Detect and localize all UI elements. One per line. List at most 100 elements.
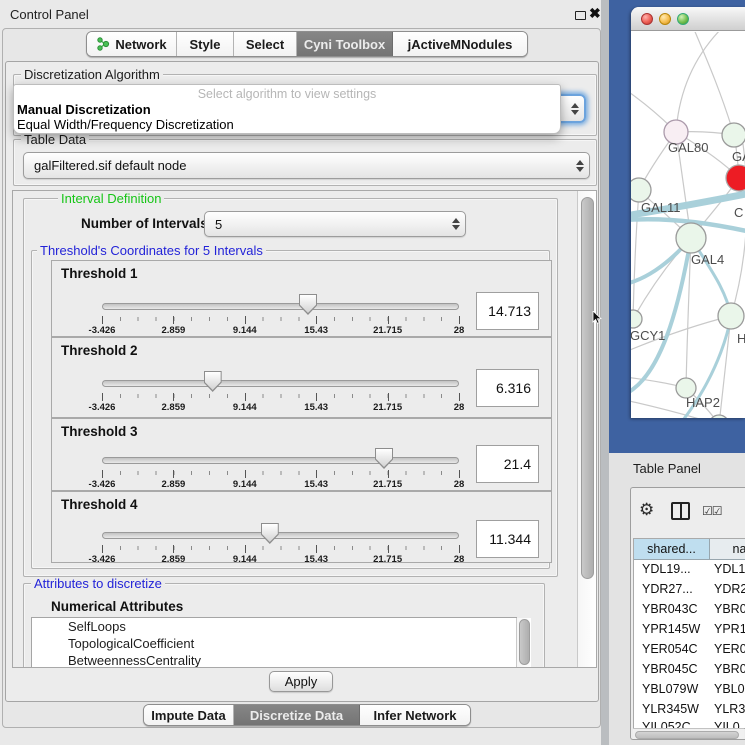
node-label-partial: GA [732,149,745,164]
list-item[interactable]: BetweennessCentrality [32,652,517,668]
slider-scale-labels: -3.4262.8599.144 15.4321.71528 [102,325,459,336]
threshold-1-value-field[interactable]: 14.713 [476,292,539,330]
slider-major-ticks [102,470,459,478]
table-row[interactable]: YDL19...YDL1 [634,562,745,582]
settings-scrollbar[interactable] [577,191,597,668]
tab-select[interactable]: Select [234,32,297,56]
apply-button[interactable]: Apply [269,671,333,692]
network-canvas[interactable] [631,32,745,418]
threshold-1-slider-thumb[interactable] [299,294,317,315]
node-label-partial: C [734,205,743,220]
table-data-combobox[interactable]: galFiltered.sif default node [23,152,590,179]
network-graph [631,32,745,418]
list-item[interactable]: SelfLoops [32,618,517,635]
settings-viewport: Interval Definition Number of Intervals … [12,190,597,668]
node-label-partial: H [737,331,745,346]
list-item[interactable]: TopologicalCoefficient [32,635,517,652]
network-window-titlebar[interactable] [631,7,745,31]
popup-placeholder-item[interactable]: Select algorithm to view settings [14,85,560,102]
table-horizontal-scrollbar-thumb[interactable] [635,731,739,739]
thresholds-group-title: Threshold's Coordinates for 5 Intervals [37,244,266,257]
select-columns-icon[interactable]: ☑☑ [702,504,722,518]
list-scrollbar-thumb[interactable] [519,619,530,665]
node-table: shared... na YDL19...YDL1 YDR27...YDR2 Y… [633,538,745,729]
node-label-gal4: GAL4 [691,252,724,267]
algorithm-dropdown-popup: Select algorithm to view settings Manual… [13,84,561,134]
tab-style[interactable]: Style [177,32,234,56]
table-horizontal-scrollbar[interactable] [633,728,744,739]
popup-option-equal-width[interactable]: Equal Width/Frequency Discretization [14,117,560,132]
close-icon[interactable]: ✖ [589,5,601,22]
threshold-3-slider-thumb[interactable] [375,448,393,469]
num-intervals-label: Number of Intervals [81,216,208,231]
table-data-group-title: Table Data [21,133,89,146]
discretization-algorithm-group-title: Discretization Algorithm [21,68,163,81]
table-panel-card: ⚙ ☑☑ shared... na YDL19...YDL1 YDR27...Y… [630,487,745,740]
threshold-row-4: Threshold 4 -3.4262.8599.144 15.4321.715… [51,491,552,563]
column-header-name[interactable]: na [710,539,745,560]
threshold-3-value-field[interactable]: 21.4 [476,445,539,483]
threshold-4-slider[interactable] [102,532,459,539]
table-row[interactable]: YER054CYER0 [634,642,745,662]
float-window-icon[interactable] [575,11,586,20]
threshold-4-value-field[interactable]: 11.344 [476,520,539,558]
table-row[interactable]: YBR043CYBR0 [634,602,745,622]
threshold-4-label: Threshold 4 [61,497,138,512]
slider-scale-labels: -3.4262.8599.144 15.4321.71528 [102,554,459,565]
table-row[interactable]: YDR27...YDR2 [634,582,745,602]
num-intervals-combobox[interactable]: 5 [204,211,466,237]
threshold-4-slider-thumb[interactable] [261,523,279,544]
tab-jactivemnodules[interactable]: jActiveMNodules [393,32,527,56]
tab-network-label: Network [115,37,166,52]
tab-discretize-data[interactable]: Discretize Data [234,705,360,725]
table-row[interactable]: YPR145WYPR1 [634,622,745,642]
numerical-attributes-label: Numerical Attributes [51,599,183,614]
threshold-row-2: Threshold 2 -3.4262.8599.144 15.4321.715… [51,337,552,418]
threshold-2-slider-thumb[interactable] [204,371,222,392]
table-toolbar: ⚙ ☑☑ [631,488,745,536]
panel-divider[interactable] [601,0,609,745]
popup-option-manual[interactable]: Manual Discretization [14,102,560,117]
columns-icon[interactable] [671,502,690,520]
interval-definition-title: Interval Definition [58,192,164,205]
table-row[interactable]: YBR045CYBR0 [634,662,745,682]
minimize-traffic-light-icon[interactable] [659,13,671,25]
threshold-row-3: Threshold 3 -3.4262.8599.144 15.4321.715… [51,418,552,491]
attributes-group-title: Attributes to discretize [31,577,165,590]
table-panel-title: Table Panel [633,461,701,476]
table-row[interactable]: YBL079WYBL0 [634,682,745,702]
threshold-3-slider[interactable] [102,457,459,464]
gear-icon[interactable]: ⚙ [639,500,654,520]
node-label-hap2: HAP2 [686,395,720,410]
panel-title: Control Panel [10,7,89,22]
column-header-shared-name[interactable]: shared... [634,539,710,560]
tab-impute-data[interactable]: Impute Data [144,705,234,725]
num-intervals-value: 5 [205,217,447,232]
threshold-2-label: Threshold 2 [61,343,138,358]
threshold-1-label: Threshold 1 [61,266,138,281]
mouse-cursor-icon [592,311,602,324]
close-traffic-light-icon[interactable] [641,13,653,25]
node-label-gcy1: GCY1 [630,328,665,343]
threshold-1-slider[interactable] [102,303,459,310]
list-scrollbar[interactable] [516,618,531,668]
slider-major-ticks [102,545,459,553]
threshold-row-1: Threshold 1 -3.4262.8599.144 15.4321.715… [51,260,552,337]
node-label-gal80: GAL80 [668,140,708,155]
tab-infer-network[interactable]: Infer Network [360,705,470,725]
bottom-tab-strip: Impute Data Discretize Data Infer Networ… [143,704,471,726]
table-row[interactable]: YLR345WYLR3 [634,702,745,722]
zoom-traffic-light-icon[interactable] [677,13,689,25]
tab-cyni-toolbox[interactable]: Cyni Toolbox [297,32,393,56]
slider-major-ticks [102,316,459,324]
combo-stepper-icon [571,160,589,172]
tab-network[interactable]: Network [87,32,177,56]
slider-major-ticks [102,393,459,401]
settings-scrollbar-thumb[interactable] [581,197,594,579]
threshold-2-value-field[interactable]: 6.316 [476,369,539,407]
top-tab-strip: Network Style Select Cyni Toolbox jActiv… [86,31,528,57]
threshold-3-label: Threshold 3 [61,424,138,439]
slider-scale-labels: -3.4262.8599.144 15.4321.71528 [102,402,459,413]
node-label-gal11: GAL11 [641,200,681,215]
threshold-2-slider[interactable] [102,380,459,387]
